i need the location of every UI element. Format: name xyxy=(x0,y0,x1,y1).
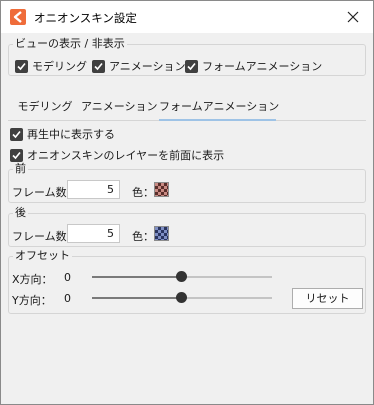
before-frames-input[interactable]: 5 xyxy=(67,180,120,199)
show-during-playback-label: 再生中に表示する xyxy=(27,128,115,141)
before-legend: 前 xyxy=(15,162,26,175)
after-frames-input[interactable]: 5 xyxy=(67,224,120,243)
checkbox-checked-icon xyxy=(15,59,28,73)
show-during-playback-checkbox[interactable]: 再生中に表示する xyxy=(10,126,115,142)
tab-form-animation[interactable]: フォームアニメーション xyxy=(159,98,280,120)
tab-modeling-label: モデリング xyxy=(17,100,73,113)
offset-y-slider-thumb[interactable] xyxy=(176,292,187,303)
view-animation-label: アニメーション xyxy=(109,60,186,73)
onion-layer-front-checkbox[interactable]: オニオンスキンのレイヤーを前面に表示 xyxy=(10,147,224,163)
app-logo-icon xyxy=(10,9,26,25)
view-modeling-label: モデリング xyxy=(32,60,87,73)
offset-x-label: X方向： xyxy=(12,273,53,286)
offset-legend: オフセット xyxy=(15,249,70,262)
view-animation-checkbox[interactable]: アニメーション xyxy=(92,58,186,74)
offset-y-slider-fill xyxy=(92,297,182,299)
checkbox-checked-icon xyxy=(92,59,105,73)
after-legend: 後 xyxy=(15,206,26,219)
offset-y-label: Y方向： xyxy=(12,294,52,307)
after-color-label: 色： xyxy=(132,230,154,243)
onion-layer-front-label: オニオンスキンのレイヤーを前面に表示 xyxy=(27,149,225,162)
active-tab-indicator xyxy=(159,119,276,121)
view-form-animation-label: フォームアニメーション xyxy=(202,60,323,73)
title-bar: オニオンスキン設定 xyxy=(1,1,373,33)
view-form-animation-checkbox[interactable]: フォームアニメーション xyxy=(185,58,322,74)
reset-button[interactable]: リセット xyxy=(292,288,363,309)
before-color-swatch[interactable] xyxy=(154,182,169,197)
offset-x-slider-thumb[interactable] xyxy=(176,271,187,282)
view-visibility-legend: ビューの表示 / 非表示 xyxy=(15,37,125,50)
view-modeling-checkbox[interactable]: モデリング xyxy=(15,58,87,74)
tab-modeling[interactable]: モデリング xyxy=(9,98,81,120)
onion-skin-settings-window: オニオンスキン設定 ビューの表示 / 非表示 モデリング アニメーション フォー… xyxy=(0,0,374,405)
close-button[interactable] xyxy=(333,1,373,33)
close-icon xyxy=(347,11,359,23)
tab-form-animation-label: フォームアニメーション xyxy=(159,100,280,113)
checkbox-checked-icon xyxy=(10,148,23,162)
offset-x-slider-fill xyxy=(92,276,182,278)
offset-y-value: 0 xyxy=(64,292,71,305)
checkbox-checked-icon xyxy=(10,127,23,141)
after-color-swatch[interactable] xyxy=(154,226,169,241)
offset-x-value: 0 xyxy=(64,271,71,284)
checkbox-checked-icon xyxy=(185,59,198,73)
tab-animation-label: アニメーション xyxy=(81,100,158,113)
window-title: オニオンスキン設定 xyxy=(34,11,137,25)
before-color-label: 色： xyxy=(132,186,154,199)
tab-animation[interactable]: アニメーション xyxy=(81,98,158,120)
